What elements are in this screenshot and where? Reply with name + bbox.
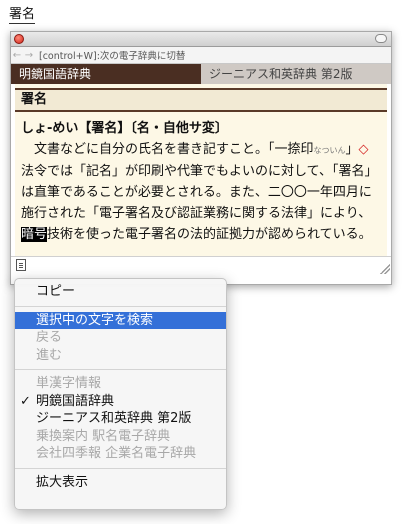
dictionary-panel: ← → [control+W]:次の電子辞典に切替 明鏡国語辞典 ジーニアス和英… bbox=[10, 31, 392, 285]
diamond-icon: ◇ bbox=[358, 142, 369, 157]
menu-item-kanji-info: 単漢字情報 bbox=[36, 376, 102, 391]
navigation-bar: ← → [control+W]:次の電子辞典に切替 bbox=[11, 47, 391, 64]
menu-item-copy[interactable]: コピー bbox=[15, 283, 226, 301]
menu-item-back: 戻る bbox=[36, 330, 63, 345]
headword: 署名 bbox=[15, 88, 387, 112]
entry-body-part: 技術を使った電子署名の法的証拠力が認められている。 bbox=[47, 227, 372, 242]
back-arrow-icon[interactable]: ← bbox=[11, 50, 23, 61]
switch-dictionary-hint: [control+W]:次の電子辞典に切替 bbox=[39, 51, 186, 62]
close-button[interactable] bbox=[14, 34, 24, 44]
menu-item-zoom[interactable]: 拡大表示 bbox=[15, 474, 226, 492]
menu-separator bbox=[15, 369, 226, 370]
dictionary-tabs: 明鏡国語辞典 ジーニアス和英辞典 第2版 bbox=[11, 64, 391, 84]
tab-genius[interactable]: ジーニアス和英辞典 第2版 bbox=[201, 64, 391, 84]
menu-separator bbox=[15, 467, 226, 469]
menu-item-label: 明鏡国語辞典 bbox=[36, 393, 115, 409]
status-bar bbox=[11, 256, 391, 275]
entry-body-part: 文書などに自分の氏名を書き記すこと。「一捺印 bbox=[34, 142, 314, 157]
menu-separator bbox=[15, 305, 226, 307]
entry-text: しょ‐めい【署名】〔名・自他サ変〕 文書などに自分の氏名を書き記すこと。「一捺印… bbox=[15, 112, 387, 245]
document-icon[interactable] bbox=[16, 259, 26, 271]
entry-content[interactable]: 署名 しょ‐めい【署名】〔名・自他サ変〕 文書などに自分の氏名を書き記すこと。「… bbox=[15, 84, 387, 256]
checkmark-icon: ✓ bbox=[20, 393, 31, 409]
menu-item-dict-shikiho: 会社四季報 企業名電子辞典 bbox=[36, 446, 197, 461]
entry-body-part: 法令では「記名」が印刷や代筆でもよいのに対して、「署名」は直筆であることが必要と… bbox=[21, 164, 378, 221]
forward-arrow-icon[interactable]: → bbox=[23, 50, 35, 61]
menu-item-search-selected[interactable]: 選択中の文字を検索 bbox=[15, 311, 226, 329]
highlighted-word[interactable]: 暗号 bbox=[21, 227, 48, 242]
menu-item-dict-meikyo[interactable]: ✓ 明鏡国語辞典 bbox=[15, 393, 226, 411]
context-menu: コピー 選択中の文字を検索 戻る 進む 単漢字情報 ✓ 明鏡国語辞典 ジーニアス和… bbox=[14, 278, 227, 510]
tab-meikyo[interactable]: 明鏡国語辞典 bbox=[11, 64, 201, 84]
entry-body-part: 」 bbox=[345, 142, 359, 157]
entry-ruby: なついん bbox=[313, 146, 346, 155]
panel-titlebar[interactable] bbox=[11, 32, 391, 47]
menu-item-forward: 進む bbox=[36, 347, 63, 363]
selected-word: 署名 bbox=[9, 3, 36, 24]
resize-grip-icon[interactable] bbox=[380, 264, 390, 274]
menu-item-dict-norikae: 乗換案内 駅名電子辞典 bbox=[36, 428, 171, 444]
menu-item-dict-genius[interactable]: ジーニアス和英辞典 第2版 bbox=[15, 410, 226, 428]
entry-body: 文書などに自分の氏名を書き記すこと。「一捺印なついん」◇ 法令では「記名」が印刷や… bbox=[21, 139, 381, 245]
collapse-button[interactable] bbox=[375, 34, 387, 43]
entry-head: しょ‐めい【署名】〔名・自他サ変〕 bbox=[21, 121, 228, 136]
